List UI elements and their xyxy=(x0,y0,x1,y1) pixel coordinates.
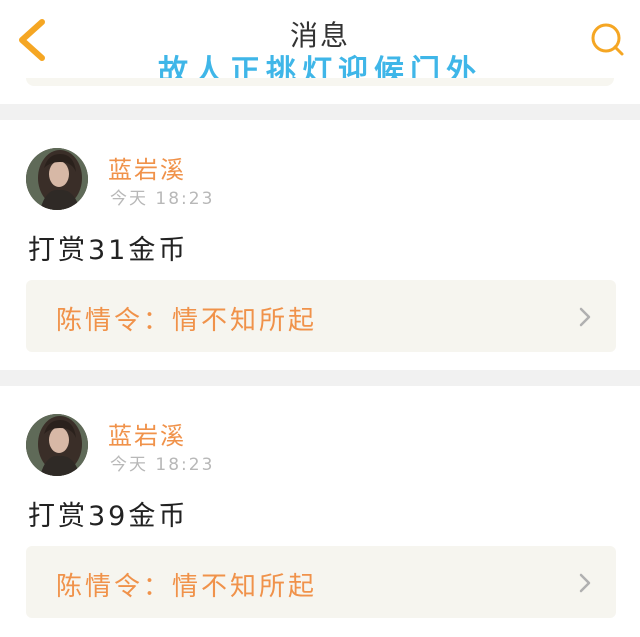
username[interactable]: 蓝岩溪 xyxy=(108,150,186,185)
previous-quote-box-partial xyxy=(26,78,614,86)
timestamp: 今天 18:23 xyxy=(110,455,215,475)
timestamp: 今天 18:23 xyxy=(110,189,215,209)
message-card: 蓝岩溪 今天 18:23 打赏39金币 陈情令：情不知所起 xyxy=(0,386,640,637)
message-screen: 消息 故人正挑灯迎候门外 蓝岩溪 今天 18:23 打赏31金币 陈情令：情不知… xyxy=(0,0,640,637)
chevron-right-icon xyxy=(579,573,591,593)
avatar-image xyxy=(26,148,88,210)
search-button[interactable] xyxy=(588,20,628,60)
username[interactable]: 蓝岩溪 xyxy=(108,416,186,451)
quote-link[interactable]: 陈情令：情不知所起 xyxy=(26,280,616,352)
quote-text: 陈情令：情不知所起 xyxy=(56,572,318,602)
quote-text: 陈情令：情不知所起 xyxy=(56,306,318,336)
previous-card-partial xyxy=(0,78,640,104)
message-text: 打赏39金币 xyxy=(28,501,189,532)
search-icon xyxy=(591,23,624,56)
quote-link[interactable]: 陈情令：情不知所起 xyxy=(26,546,616,618)
top-bar: 消息 故人正挑灯迎候门外 xyxy=(0,0,640,89)
avatar-image xyxy=(26,414,88,476)
message-text: 打赏31金币 xyxy=(28,235,189,266)
chevron-right-icon xyxy=(579,307,591,327)
avatar[interactable] xyxy=(26,148,88,210)
avatar[interactable] xyxy=(26,414,88,476)
message-card: 蓝岩溪 今天 18:23 打赏31金币 陈情令：情不知所起 xyxy=(0,120,640,370)
